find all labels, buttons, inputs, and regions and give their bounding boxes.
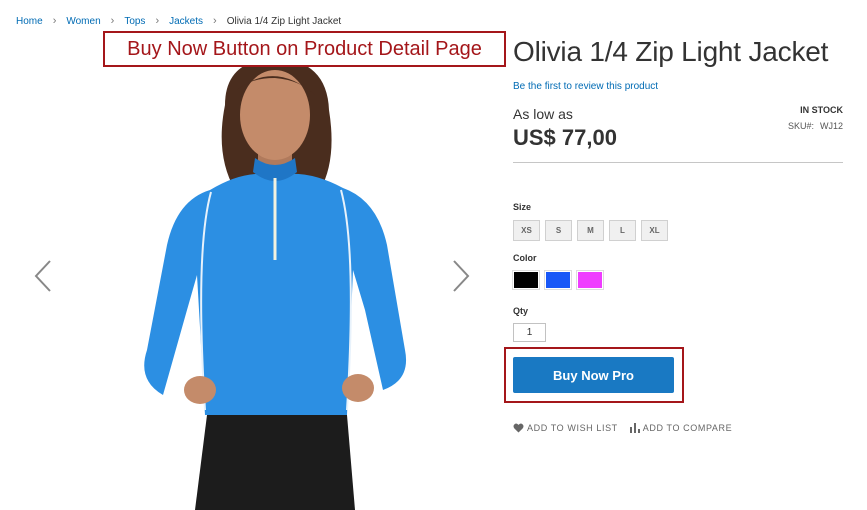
size-option-xl[interactable]: XL bbox=[641, 220, 668, 241]
product-actions: ADD TO WISH LIST ADD TO COMPARE bbox=[513, 423, 744, 433]
color-option-blue[interactable] bbox=[544, 270, 572, 290]
size-label: Size bbox=[513, 202, 532, 212]
color-option-pink[interactable] bbox=[576, 270, 604, 290]
compare-label: ADD TO COMPARE bbox=[642, 423, 733, 433]
breadcrumb-women[interactable]: Women bbox=[66, 16, 100, 27]
size-option-m[interactable]: M bbox=[577, 220, 604, 241]
breadcrumb-home[interactable]: Home bbox=[16, 16, 43, 27]
review-link[interactable]: Be the first to review this product bbox=[513, 81, 658, 92]
compare-chart-icon bbox=[629, 423, 640, 433]
breadcrumb-separator: › bbox=[110, 15, 115, 27]
size-option-l[interactable]: L bbox=[609, 220, 636, 241]
size-option-xs[interactable]: XS bbox=[513, 220, 540, 241]
color-option-black[interactable] bbox=[512, 270, 540, 290]
breadcrumb-separator: › bbox=[155, 15, 160, 27]
qty-input[interactable] bbox=[513, 323, 546, 342]
color-swatches bbox=[512, 270, 604, 290]
sku: SKU#: WJ12 bbox=[788, 121, 843, 131]
previous-arrow-icon[interactable] bbox=[30, 258, 56, 294]
breadcrumb-current: Olivia 1/4 Zip Light Jacket bbox=[226, 15, 342, 27]
qty-label: Qty bbox=[513, 306, 529, 316]
sku-value: WJ12 bbox=[819, 121, 843, 131]
size-option-s[interactable]: S bbox=[545, 220, 572, 241]
annotation-title-callout: Buy Now Button on Product Detail Page bbox=[103, 31, 506, 67]
breadcrumb-jackets[interactable]: Jackets bbox=[169, 16, 203, 27]
product-gallery bbox=[0, 40, 500, 510]
breadcrumb-tops[interactable]: Tops bbox=[124, 16, 145, 27]
buy-now-button[interactable]: Buy Now Pro bbox=[513, 357, 674, 393]
product-price: US$ 77,00 bbox=[513, 125, 617, 150]
divider bbox=[513, 162, 843, 163]
stock-status: IN STOCK bbox=[800, 105, 843, 115]
size-swatches: XS S M L XL bbox=[513, 220, 668, 241]
add-to-compare-link[interactable]: ADD TO COMPARE bbox=[629, 423, 733, 433]
sku-label: SKU#: bbox=[787, 121, 814, 131]
color-label: Color bbox=[513, 253, 537, 263]
breadcrumb: Home › Women › Tops › Jackets › Olivia 1… bbox=[16, 15, 341, 27]
product-page: Home › Women › Tops › Jackets › Olivia 1… bbox=[0, 0, 867, 510]
heart-icon bbox=[513, 423, 524, 433]
breadcrumb-separator: › bbox=[213, 15, 217, 27]
wishlist-label: ADD TO WISH LIST bbox=[527, 423, 618, 433]
add-to-wishlist-link[interactable]: ADD TO WISH LIST bbox=[513, 423, 618, 433]
breadcrumb-separator: › bbox=[52, 15, 57, 27]
product-image[interactable] bbox=[115, 50, 425, 510]
product-title: Olivia 1/4 Zip Light Jacket bbox=[513, 36, 829, 67]
price-label: As low as bbox=[513, 106, 573, 122]
next-arrow-icon[interactable] bbox=[448, 258, 474, 294]
